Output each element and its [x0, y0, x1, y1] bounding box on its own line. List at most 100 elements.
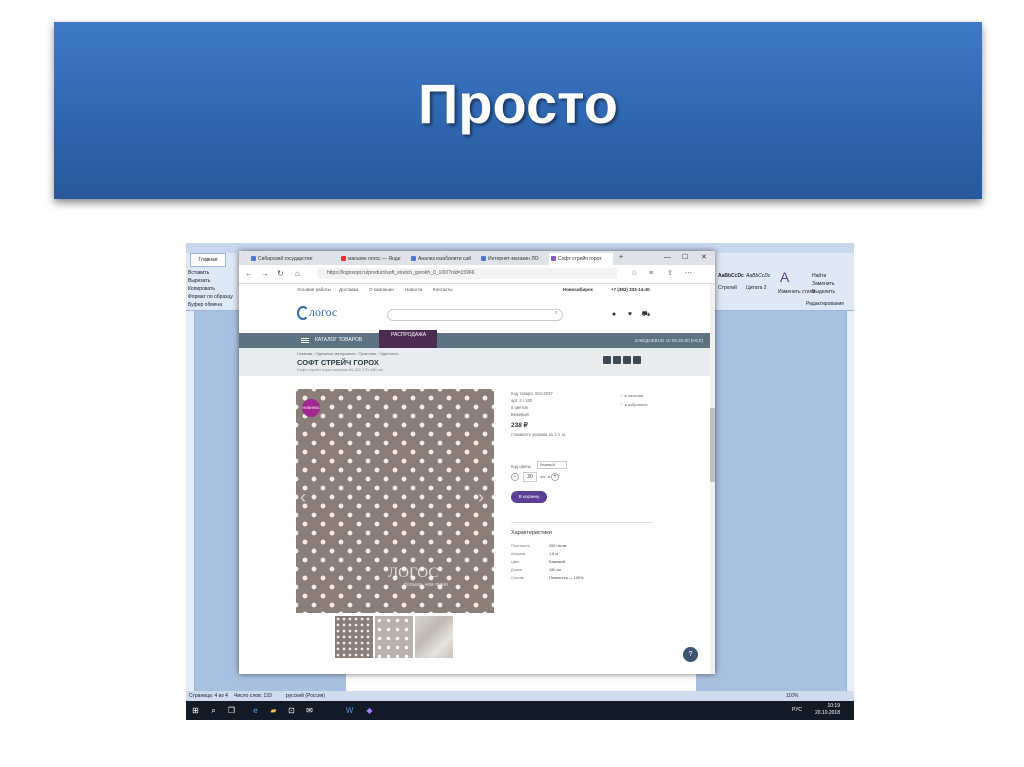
replace-button[interactable]: Заменить	[812, 281, 834, 287]
address-bar[interactable]: https://logosopt.ru/product/soft_stretch…	[317, 268, 617, 279]
cart-icon[interactable]: ⛟	[641, 310, 651, 320]
price-note: стоимость указана за 1 п. м.	[511, 432, 567, 437]
app-icon[interactable]: ◆	[364, 705, 375, 716]
product-subtitle: Софт стрейч горох ширина 84-150 170-180 …	[297, 367, 383, 372]
browser-icon[interactable]: e	[250, 705, 261, 716]
forward-icon[interactable]: →	[261, 268, 269, 280]
back-icon[interactable]: ←	[245, 268, 253, 280]
plus-icon[interactable]: +	[551, 473, 559, 481]
status-words[interactable]: Число слов: 133	[234, 691, 272, 701]
char-name: Состав	[511, 576, 524, 580]
sale-button[interactable]: РАСПРОДАЖА	[379, 330, 437, 348]
thumbnail[interactable]	[335, 616, 373, 658]
city-selector[interactable]: Новосибирск	[563, 287, 593, 292]
tab-label: Софт стрейч горох	[558, 256, 602, 262]
taskbar-clock[interactable]: 10:19 20.10.2018	[815, 703, 840, 717]
add-to-favorites-link[interactable]: ♡ в избранное	[620, 402, 648, 407]
favicon-icon	[481, 256, 486, 261]
scrollbar-thumb[interactable]	[710, 408, 715, 482]
more-icon[interactable]: ⋯	[685, 268, 692, 280]
characteristic-row: Длина 150 см	[511, 568, 561, 572]
browser-tab-active[interactable]: Софт стрейч горох	[549, 253, 613, 265]
tab-label: Сибирский государстве	[258, 256, 313, 262]
breadcrumb[interactable]: Главная › Одежные материалы › Трикотаж ›…	[297, 351, 401, 356]
format-painter-button[interactable]: Формат по образцу	[188, 293, 240, 301]
site-search-input[interactable]: ⌕	[387, 309, 563, 321]
new-tab-icon[interactable]: +	[619, 252, 623, 264]
nav-link[interactable]: О компании	[369, 287, 394, 292]
style-sample-2[interactable]: AaBbCcDc	[746, 273, 770, 279]
cut-button[interactable]: Вырезать	[188, 277, 240, 285]
next-arrow-icon[interactable]: ›	[478, 487, 484, 508]
nav-link[interactable]: Доставка	[339, 287, 358, 292]
paste-button[interactable]: Вставить	[188, 269, 240, 277]
word-tab-home[interactable]: Главная	[190, 253, 226, 267]
word-scrollbar[interactable]	[846, 311, 854, 691]
phone-number[interactable]: +7 (383) 333-14-40	[611, 287, 650, 292]
change-styles-icon[interactable]: A	[780, 269, 789, 285]
nav-link[interactable]: Контакты	[433, 287, 452, 292]
minus-icon[interactable]: −	[511, 473, 519, 481]
product-art: арт. 2 / 150	[511, 398, 533, 403]
vk-icon[interactable]	[603, 356, 611, 364]
browser-window: Сибирский государстве магазин логос — Ян…	[239, 251, 715, 674]
change-styles-button[interactable]: Изменить стили	[778, 289, 815, 295]
language-indicator[interactable]: РУС	[792, 707, 802, 713]
product-image[interactable]: НОВИНКА ‹ › ЛОГОС больше, чем ткани	[296, 389, 494, 613]
status-zoom[interactable]: 110%	[786, 691, 798, 701]
find-button[interactable]: Найти	[812, 273, 826, 279]
clock-time: 10:19	[827, 703, 840, 709]
reading-list-icon[interactable]: ≡	[649, 268, 653, 280]
char-value: 150 см	[549, 568, 561, 572]
word-icon[interactable]: W	[344, 705, 355, 716]
browser-tab[interactable]: Интернет-магазин ЛО	[479, 253, 547, 265]
copy-button[interactable]: Копировать	[188, 285, 240, 293]
thumbnail[interactable]	[415, 616, 453, 658]
share-icon[interactable]: ⇪	[667, 268, 673, 280]
search-icon[interactable]: ⌕	[208, 705, 219, 716]
explorer-icon[interactable]: ▰	[268, 705, 279, 716]
refresh-icon[interactable]: ↻	[277, 268, 284, 280]
nav-link[interactable]: Условия работы	[297, 287, 331, 292]
menu-icon[interactable]	[301, 338, 309, 343]
select-button[interactable]: Выделить	[812, 289, 835, 295]
mail-icon[interactable]: ✉	[304, 705, 315, 716]
vertical-ruler	[186, 311, 195, 691]
quantity-input[interactable]: 20	[523, 472, 537, 482]
clipboard-group-label: Буфер обмена	[188, 302, 222, 308]
user-icon[interactable]: ●	[609, 310, 619, 320]
thumbnail[interactable]	[375, 616, 413, 658]
store-icon[interactable]: ⊡	[286, 705, 297, 716]
style-sample-1[interactable]: AaBbCcDc	[718, 273, 744, 279]
task-view-icon[interactable]: ❐	[226, 705, 237, 716]
browser-tab[interactable]: Анализ юзабилити сай	[409, 253, 477, 265]
site-logo[interactable]: логос	[309, 305, 337, 320]
status-page[interactable]: Страница: 4 из 4	[189, 691, 228, 701]
chat-help-icon[interactable]: ?	[683, 647, 698, 662]
minimize-button[interactable]: —	[664, 252, 671, 264]
close-button[interactable]: ✕	[701, 252, 707, 264]
maximize-button[interactable]: ☐	[682, 252, 688, 264]
logo-icon[interactable]	[297, 306, 309, 320]
telegram-icon[interactable]	[623, 356, 631, 364]
add-to-cart-button[interactable]: В корзину	[511, 491, 547, 503]
twitter-icon[interactable]	[633, 356, 641, 364]
browser-tab[interactable]: Сибирский государстве	[249, 253, 337, 265]
nav-link[interactable]: Новости	[405, 287, 422, 292]
star-icon[interactable]: ☆	[631, 268, 637, 280]
color-label: Код цвета:	[511, 464, 532, 469]
characteristic-row: Цвет Бежевый	[511, 560, 565, 564]
color-select[interactable]: Бежевый	[537, 461, 567, 469]
browser-scrollbar[interactable]	[710, 284, 715, 674]
browser-tab[interactable]: магазин логос — Янде	[339, 253, 407, 265]
catalog-button[interactable]: КАТАЛОГ ТОВАРОВ	[315, 333, 362, 348]
favorites-icon[interactable]: ♥	[625, 310, 635, 320]
windows-start-icon[interactable]: ⊞	[190, 705, 201, 716]
char-name: Цвет	[511, 560, 520, 564]
status-language[interactable]: русский (Россия)	[286, 691, 325, 701]
search-icon[interactable]: ⌕	[555, 310, 558, 317]
ok-icon[interactable]	[613, 356, 621, 364]
in-stock-link[interactable]: ✓ в наличии	[620, 393, 643, 398]
home-icon[interactable]: ⌂	[295, 268, 300, 280]
prev-arrow-icon[interactable]: ‹	[300, 487, 306, 508]
